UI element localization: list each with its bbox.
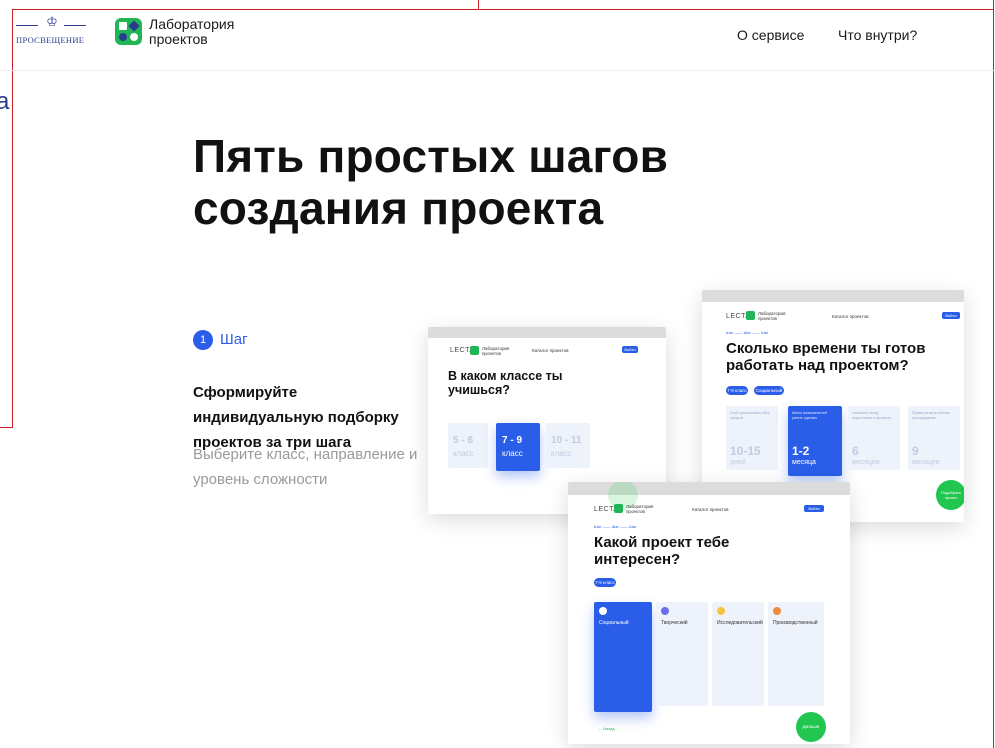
browser-bar bbox=[702, 290, 964, 302]
screenshot-project-type: LECTA Лаборатория проектов Каталог проек… bbox=[568, 482, 850, 744]
guide-frame-left bbox=[12, 9, 13, 427]
option-hint: Много возможностей успеть сделать bbox=[792, 411, 827, 420]
chip-type: Социальный bbox=[754, 386, 784, 395]
type-option-social: Социальный bbox=[594, 602, 652, 712]
creative-icon bbox=[661, 607, 669, 615]
class-option-5-6: 5 - 6 класс bbox=[448, 423, 488, 468]
mini-go-button: Подобрать проект bbox=[936, 480, 964, 510]
class-option-7-9: 7 - 9 класс bbox=[496, 423, 540, 471]
mini-login-button: Войти bbox=[804, 505, 824, 512]
mini-question: Сколько времени ты готов работать над пр… bbox=[726, 340, 926, 374]
guide-frame-bottom bbox=[0, 427, 13, 428]
class-option-10-11: 10 - 11 класс bbox=[546, 423, 590, 468]
time-option-10-15: Чтоб организовать сбор средств 10-15 дне… bbox=[726, 406, 778, 470]
option-hint: Написать пьесу, подготовить и провести bbox=[852, 411, 892, 420]
option-number: 6 bbox=[852, 444, 859, 458]
mini-nav-catalog: Каталог проектов bbox=[532, 348, 569, 353]
time-option-9: Провести многолетнее исследование 9 меся… bbox=[908, 406, 960, 470]
clipped-edge-letter: а bbox=[0, 88, 10, 115]
mini-question: Какой проект тебе интересен? bbox=[594, 534, 730, 568]
mini-lab-logo-icon bbox=[746, 311, 755, 320]
option-number: 10-15 bbox=[730, 444, 761, 458]
option-number: 5 - 6 bbox=[453, 435, 474, 446]
production-icon bbox=[773, 607, 781, 615]
logo-line-left bbox=[16, 25, 38, 26]
type-option-creative: Творческий bbox=[656, 602, 708, 706]
mini-lab-wordmark: Лаборатория проектов bbox=[758, 311, 786, 321]
lab-wordmark[interactable]: Лаборатория проектов bbox=[149, 17, 269, 47]
time-option-1-2: Много возможностей успеть сделать 1-2 ме… bbox=[788, 406, 842, 476]
mini-back-link: ← Назад bbox=[598, 726, 615, 731]
step-label: Шаг bbox=[220, 331, 248, 348]
mini-lab-wordmark: Лаборатория проектов bbox=[482, 346, 510, 356]
option-title: Творческий bbox=[661, 620, 688, 626]
lab-logo-icon[interactable] bbox=[115, 18, 142, 45]
prosveshchenie-wordmark: ПРОСВЕЩЕНИЕ bbox=[16, 35, 85, 45]
step-number-badge: 1 bbox=[193, 330, 213, 350]
mini-stepper: Шаг —— Шаг —— Шаг bbox=[726, 330, 769, 335]
option-number: 10 - 11 bbox=[551, 435, 582, 446]
option-hint: Чтоб организовать сбор средств bbox=[730, 411, 771, 420]
option-sub: класс bbox=[453, 449, 474, 458]
research-icon bbox=[717, 607, 725, 615]
chip-class: 7-9 класс bbox=[594, 578, 616, 587]
browser-bar bbox=[428, 327, 666, 338]
option-title: Социальный bbox=[599, 620, 629, 626]
time-option-6: Написать пьесу, подготовить и провести 6… bbox=[848, 406, 900, 470]
step-description: Выберите класс, направление и уровень сл… bbox=[193, 446, 418, 488]
guide-frame-right bbox=[993, 0, 994, 748]
option-number: 7 - 9 bbox=[502, 435, 523, 446]
chip-class: 7-9 класс bbox=[726, 386, 748, 395]
nav-whats-inside[interactable]: Что внутри? bbox=[838, 27, 917, 43]
option-hint: Провести многолетнее исследование bbox=[912, 411, 951, 420]
page-title: Пять простых шагов создания проекта bbox=[193, 130, 669, 234]
mini-stepper: Шаг —— Шаг —— Шаг bbox=[594, 524, 637, 529]
option-sub: месяцев bbox=[912, 459, 940, 466]
mini-lab-logo-icon bbox=[614, 504, 623, 513]
logo-line-right bbox=[64, 25, 86, 26]
option-sub: класс bbox=[502, 449, 523, 458]
mini-lab-wordmark: Лаборатория проектов bbox=[626, 504, 654, 514]
mini-login-button: Войти bbox=[942, 312, 960, 319]
logo-circle-white bbox=[130, 33, 138, 41]
social-icon bbox=[599, 607, 607, 615]
mini-next-button: Дальше bbox=[796, 712, 826, 742]
logo-diamond bbox=[128, 20, 140, 32]
prosveshchenie-logo[interactable]: ♔ ПРОСВЕЩЕНИЕ bbox=[16, 14, 88, 54]
logo-circle bbox=[119, 33, 127, 41]
option-sub: класс bbox=[551, 449, 572, 458]
crest-icon: ♔ bbox=[46, 14, 58, 29]
nav-about-service[interactable]: О сервисе bbox=[737, 27, 804, 43]
option-sub: дней bbox=[730, 459, 746, 466]
option-sub: месяца bbox=[792, 459, 816, 466]
mini-lab-logo-icon bbox=[470, 346, 479, 355]
mini-login-button: Войти bbox=[622, 346, 638, 353]
site-header: ♔ ПРОСВЕЩЕНИЕ Лаборатория проектов О сер… bbox=[0, 0, 995, 70]
type-option-research: Исследовательский bbox=[712, 602, 764, 706]
mini-question: В каком классе ты учишься? bbox=[448, 369, 563, 397]
type-option-production: Производственный bbox=[768, 602, 824, 706]
option-sub: месяцев bbox=[852, 459, 880, 466]
mini-nav-catalog: Каталог проектов bbox=[832, 314, 869, 319]
logo-square-white bbox=[119, 22, 127, 30]
option-title: Производственный bbox=[773, 620, 818, 626]
mini-nav-catalog: Каталог проектов bbox=[692, 507, 729, 512]
option-number: 9 bbox=[912, 444, 919, 458]
option-number: 1-2 bbox=[792, 444, 810, 458]
option-title: Исследовательский bbox=[717, 620, 763, 626]
